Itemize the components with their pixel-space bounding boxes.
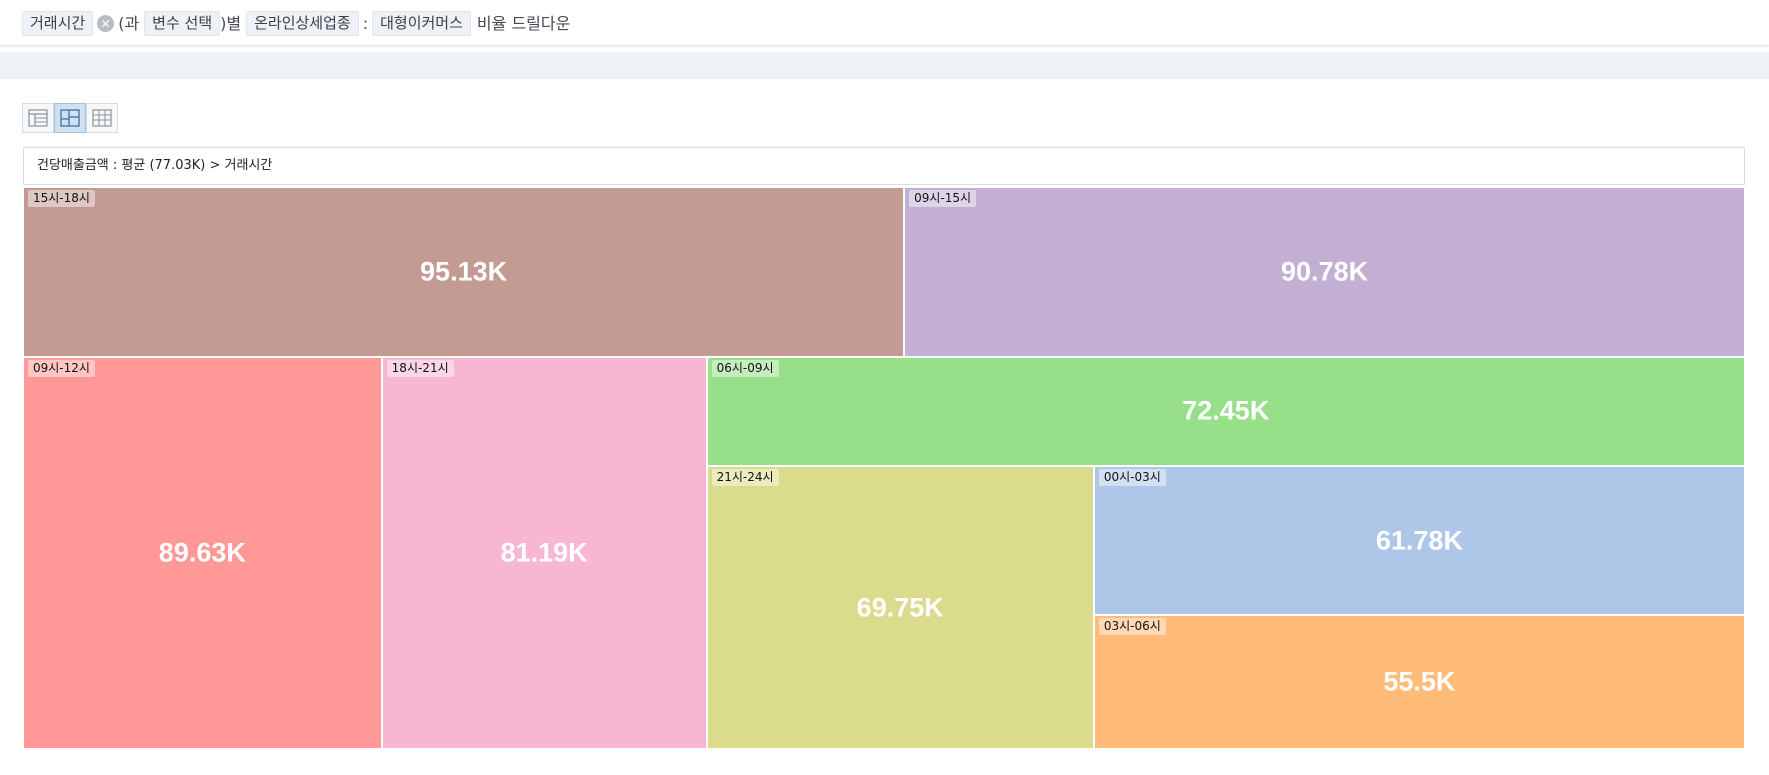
treemap-cell[interactable]: 00시-03시 61.78K: [1093, 466, 1745, 616]
treemap-cell[interactable]: 03시-06시 55.5K: [1093, 615, 1745, 749]
treemap-cell-value: 61.78K: [1375, 525, 1463, 556]
treemap-cell[interactable]: 06시-09시 72.45K: [706, 356, 1745, 467]
treemap-cell-value: 72.45K: [1182, 395, 1270, 426]
treemap-view-icon[interactable]: [54, 103, 86, 133]
paren-close-text: )별: [220, 14, 242, 33]
treemap-cell-label: 15시-18시: [28, 190, 95, 207]
treemap-cell-value: 89.63K: [158, 537, 246, 568]
treemap-cell-label: 06시-09시: [711, 359, 779, 377]
treemap-cell-label: 09시-12시: [28, 359, 95, 377]
treemap-cell-value: 55.5K: [1383, 666, 1456, 697]
table-view-icon[interactable]: [22, 103, 54, 133]
paren-open-text: (과: [118, 14, 140, 33]
treemap-cell-label: 09시-15시: [909, 190, 977, 207]
tag-category-value[interactable]: 대형이커머스: [372, 11, 471, 36]
treemap-cell[interactable]: 21시-24시 69.75K: [706, 466, 1094, 749]
drilldown-breadcrumb: 거래시간 ✕ (과 변수 선택 )별 온라인상세업종 : 대형이커머스 비율 드…: [22, 11, 570, 36]
treemap-cell[interactable]: 18시-21시 81.19K: [381, 356, 707, 749]
treemap-cell-label: 00시-03시: [1098, 469, 1166, 487]
treemap-cell-value: 90.78K: [1281, 256, 1369, 287]
filter-bar: 거래시간 ✕ (과 변수 선택 )별 온라인상세업종 : 대형이커머스 비율 드…: [0, 0, 1769, 46]
tag-transaction-time[interactable]: 거래시간: [22, 11, 94, 36]
tag-online-category[interactable]: 온라인상세업종: [246, 11, 359, 36]
treemap-cell[interactable]: 09시-12시 89.63K: [23, 356, 382, 749]
drilldown-suffix: 비율 드릴다운: [476, 14, 571, 33]
treemap-cell-value: 69.75K: [856, 592, 944, 623]
treemap-cell-label: 18시-21시: [386, 359, 454, 377]
chart-title: 건당매출금액 : 평균 (77.03K) > 거래시간: [23, 147, 1745, 185]
divider-band: [0, 52, 1769, 79]
treemap-cell[interactable]: 15시-18시 95.13K: [23, 187, 905, 357]
treemap-cell-label: 21시-24시: [711, 469, 779, 487]
colon-text: :: [362, 14, 369, 33]
treemap-cell[interactable]: 09시-15시 90.78K: [904, 187, 1745, 357]
view-switcher: [22, 103, 118, 133]
treemap-cell-value: 81.19K: [500, 537, 588, 568]
treemap-chart: 15시-18시 95.13K 09시-15시 90.78K 09시-12시 89.63K 1…: [23, 187, 1745, 749]
treemap-cell-label: 03시-06시: [1098, 618, 1166, 636]
grid-view-icon[interactable]: [86, 103, 118, 133]
close-icon[interactable]: ✕: [97, 15, 115, 32]
treemap-cell-value: 95.13K: [420, 256, 508, 287]
variable-select-button[interactable]: 변수 선택: [144, 11, 221, 36]
